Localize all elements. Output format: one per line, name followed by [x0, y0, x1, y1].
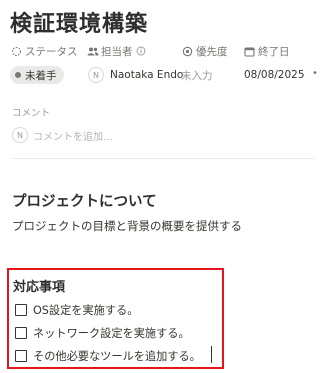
- people-icon: [87, 46, 99, 57]
- comment-avatar: N: [12, 127, 28, 143]
- due-property[interactable]: 終了日: [244, 44, 290, 59]
- comment-input-row[interactable]: N コメントを追加...: [12, 127, 113, 143]
- about-heading: プロジェクトについて: [12, 194, 157, 210]
- divider: [10, 158, 315, 159]
- assignee-name: Naotaka Endo: [110, 69, 184, 81]
- status-property[interactable]: ステータス: [11, 44, 78, 59]
- more-dot-icon: •: [312, 68, 318, 79]
- priority-icon: [182, 46, 193, 57]
- avatar: N: [88, 67, 104, 83]
- status-badge[interactable]: 未着手: [10, 66, 64, 84]
- todo-item: OS設定を実施する。: [15, 302, 138, 318]
- todo-item: ネットワーク設定を実施する。: [15, 325, 190, 341]
- priority-label: 優先度: [196, 46, 228, 58]
- assignee-property[interactable]: 担当者: [87, 44, 147, 59]
- status-label: ステータス: [25, 46, 78, 58]
- comment-label: コメント: [12, 108, 51, 119]
- todo-label[interactable]: OS設定を実施する。: [33, 302, 138, 318]
- status-icon: [11, 46, 22, 57]
- status-dot-icon: [15, 72, 21, 78]
- assignee-label: 担当者: [101, 46, 133, 58]
- info-icon: [136, 46, 147, 57]
- property-values: 未着手 N Naotaka Endo 未入力 08/08/2025: [10, 66, 315, 84]
- checkbox[interactable]: [15, 304, 27, 316]
- calendar-icon: [244, 46, 255, 57]
- due-date-value[interactable]: 08/08/2025: [244, 66, 305, 84]
- todo-heading: 対応事項: [13, 280, 66, 295]
- about-description: プロジェクトの目標と背景の概要を提供する: [12, 219, 242, 233]
- checkbox[interactable]: [15, 327, 27, 339]
- todo-item: その他必要なツールを追加する。: [15, 348, 201, 364]
- priority-property[interactable]: 優先度: [182, 44, 228, 59]
- todo-label[interactable]: その他必要なツールを追加する。: [33, 348, 201, 364]
- property-labels: ステータス 担当者 優先度 終了日: [11, 44, 315, 60]
- checkbox[interactable]: [15, 350, 27, 362]
- status-value: 未着手: [25, 69, 57, 82]
- todo-label[interactable]: ネットワーク設定を実施する。: [33, 325, 190, 341]
- assignee-value[interactable]: N Naotaka Endo: [88, 66, 183, 84]
- priority-value[interactable]: 未入力: [181, 66, 213, 84]
- text-cursor: [211, 346, 212, 363]
- comment-input[interactable]: コメントを追加...: [33, 128, 113, 143]
- page-title[interactable]: 検証環境構築: [10, 6, 148, 38]
- due-label: 終了日: [258, 46, 290, 58]
